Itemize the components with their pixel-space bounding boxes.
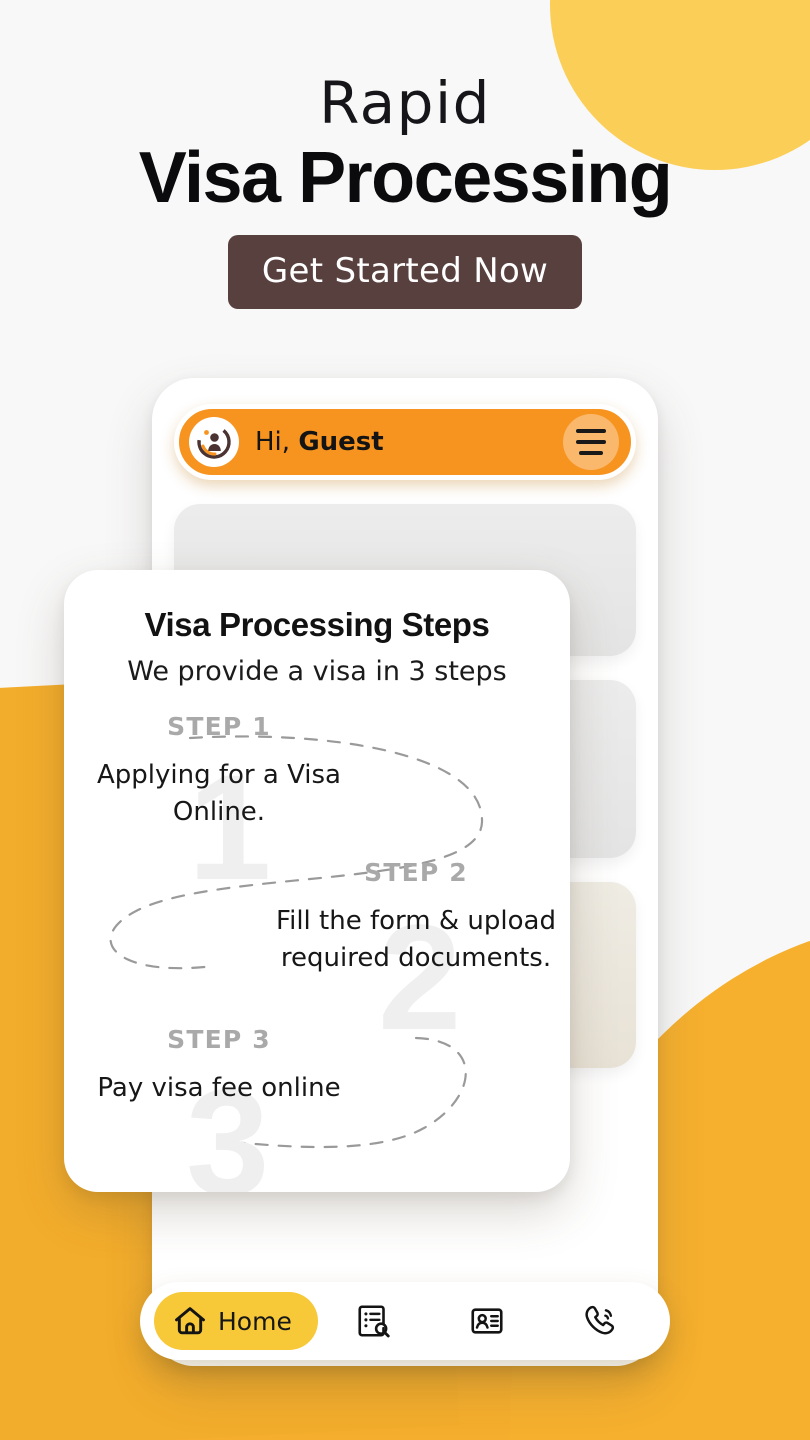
hamburger-line-3: [579, 451, 603, 455]
greeting-text: Hi, Guest: [255, 427, 384, 457]
steps-card-subtitle: We provide a visa in 3 steps: [127, 656, 507, 687]
steps-card-title: Visa Processing Steps: [144, 606, 490, 643]
step-item-3: 3 STEP 3 Pay visa fee online: [94, 1025, 344, 1192]
bottom-navigation-bar: Home: [140, 1282, 670, 1360]
nav-home-label: Home: [218, 1306, 292, 1336]
cta-wrapper: Get Started Now: [0, 234, 810, 309]
home-icon: [175, 1307, 205, 1335]
greeting-prefix: Hi,: [255, 427, 299, 457]
app-topbar[interactable]: Hi, Guest: [174, 404, 636, 480]
id-card-icon: [471, 1308, 503, 1334]
user-avatar-icon: [197, 425, 231, 459]
hamburger-line-1: [576, 429, 606, 433]
step-item-1: 1 STEP 1 Applying for a Visa Online.: [94, 712, 344, 902]
get-started-button[interactable]: Get Started Now: [227, 234, 583, 309]
step-label-1: STEP 1: [167, 712, 271, 741]
greeting-name: Guest: [298, 427, 384, 457]
visa-steps-card: Visa Processing Steps We provide a visa …: [64, 570, 570, 1192]
nav-item-profile[interactable]: [431, 1302, 544, 1340]
user-avatar[interactable]: [189, 417, 239, 467]
poster-stage: Rapid Visa Processing Get Started Now Hi…: [0, 0, 810, 1440]
hamburger-line-2: [576, 440, 606, 444]
hamburger-menu-icon[interactable]: [563, 414, 619, 470]
headline-light: Rapid: [319, 69, 491, 137]
nav-item-home[interactable]: Home: [154, 1292, 318, 1350]
step-text-3: Pay visa fee online: [97, 1073, 341, 1103]
step-text-1: Applying for a Visa Online.: [96, 760, 341, 827]
poster-header: Rapid Visa Processing Get Started Now: [0, 0, 810, 309]
headline-bold: Visa Processing: [138, 138, 673, 218]
document-search-icon: [358, 1305, 390, 1338]
phone-call-icon: [585, 1305, 614, 1335]
step-label-2: STEP 2: [364, 858, 468, 887]
nav-item-track[interactable]: [318, 1302, 431, 1340]
step-label-3: STEP 3: [167, 1025, 271, 1054]
step-text-2: Fill the form & upload required document…: [276, 906, 556, 973]
step-item-2: 2 STEP 2 Fill the form & upload required…: [272, 858, 560, 1052]
nav-item-contact[interactable]: [543, 1302, 656, 1340]
